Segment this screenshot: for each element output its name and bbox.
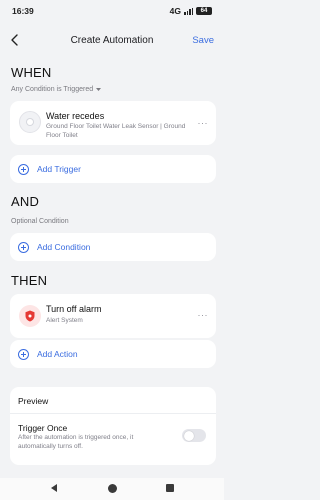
water-sensor-icon: [19, 111, 41, 133]
battery-icon: 64: [196, 7, 212, 15]
status-bar: 16:39 4G 64: [0, 0, 224, 22]
add-condition-button[interactable]: Add Condition: [10, 233, 216, 261]
condition-selector[interactable]: Any Condition is Triggered: [11, 86, 102, 93]
then-heading: THEN: [11, 273, 48, 288]
action-card[interactable]: Turn off alarm Alert System ···: [10, 294, 216, 338]
add-action-label: Add Action: [37, 349, 78, 359]
add-action-button[interactable]: Add Action: [10, 340, 216, 368]
trigger-card[interactable]: Water recedes Ground Floor Toilet Water …: [10, 101, 216, 145]
add-condition-label: Add Condition: [37, 242, 91, 252]
page-title: Create Automation: [70, 34, 154, 46]
plus-icon: [18, 163, 29, 175]
status-time: 16:39: [12, 6, 34, 16]
preview-divider: [10, 413, 216, 414]
trigger-more-icon[interactable]: ···: [198, 118, 209, 128]
nav-recents-icon[interactable]: [166, 484, 174, 492]
trigger-once-toggle[interactable]: [182, 429, 206, 442]
nav-home-icon[interactable]: [108, 484, 117, 493]
action-more-icon[interactable]: ···: [198, 310, 209, 320]
when-heading: WHEN: [11, 65, 52, 80]
shield-alarm-icon: [19, 305, 41, 327]
plus-icon: [18, 241, 29, 253]
save-button[interactable]: Save: [192, 35, 214, 46]
dropdown-caret-icon: [96, 88, 102, 91]
add-trigger-label: Add Trigger: [37, 164, 81, 174]
add-trigger-button[interactable]: Add Trigger: [10, 155, 216, 183]
signal-icon: [184, 7, 193, 15]
trigger-title: Water recedes: [46, 111, 105, 121]
app-header: Create Automation Save: [0, 28, 224, 52]
action-title: Turn off alarm: [46, 304, 102, 314]
system-nav-bar: [0, 478, 224, 500]
action-subtitle: Alert System: [46, 317, 83, 324]
nav-back-icon[interactable]: [51, 484, 57, 492]
trigger-once-label: Trigger Once: [18, 423, 68, 433]
trigger-subtitle: Ground Floor Toilet Water Leak Sensor | …: [46, 123, 186, 139]
shield-alarm-glyph: [25, 310, 35, 322]
optional-condition-label: Optional Condition: [11, 218, 69, 225]
preview-card: Preview Trigger Once After the automatio…: [10, 387, 216, 465]
trigger-once-description: After the automation is triggered once, …: [18, 434, 134, 450]
preview-title: Preview: [18, 396, 49, 406]
network-label: 4G: [169, 6, 181, 16]
condition-selector-label: Any Condition is Triggered: [11, 86, 94, 93]
and-heading: AND: [11, 194, 40, 209]
plus-icon: [18, 348, 29, 360]
status-indicators: 4G 64: [170, 6, 212, 16]
